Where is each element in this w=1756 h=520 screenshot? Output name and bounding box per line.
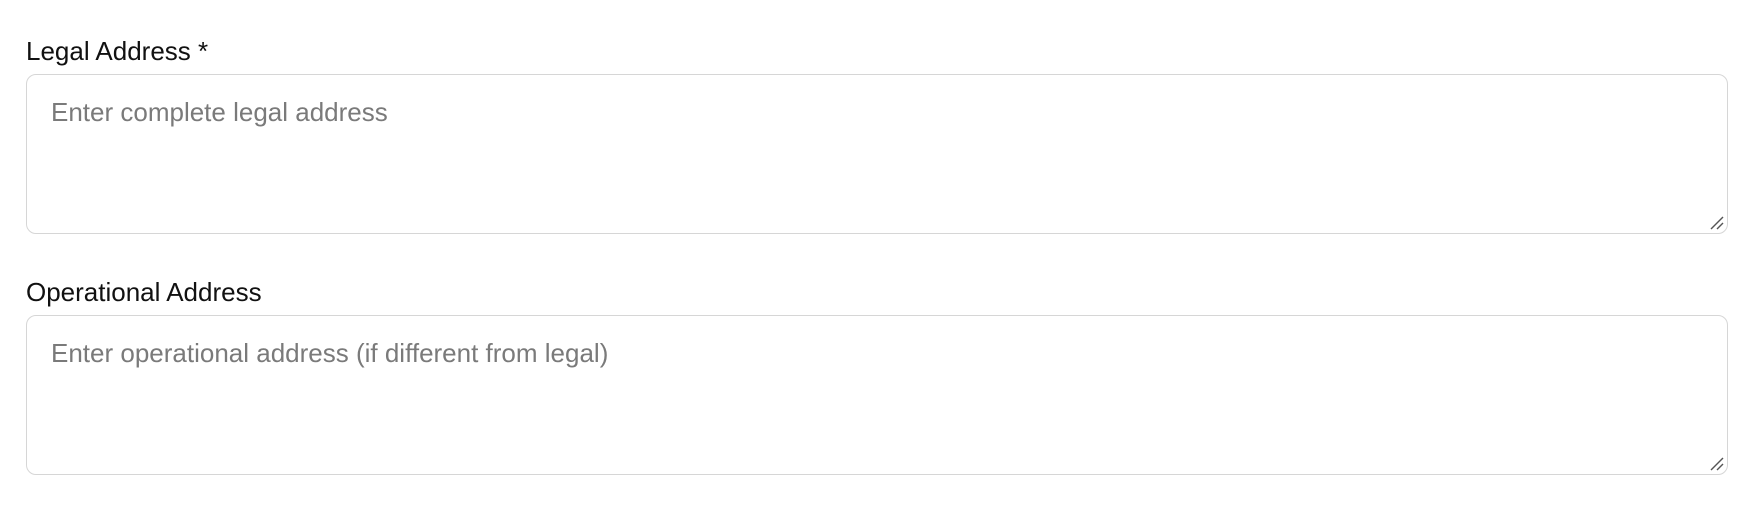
resize-grip-icon[interactable] [1708, 455, 1724, 471]
operational-address-label: Operational Address [26, 277, 262, 307]
legal-address-label: Legal Address * [26, 36, 209, 66]
operational-address-field-container [26, 315, 1728, 475]
legal-address-field-container [26, 74, 1728, 234]
address-form: Legal Address * Operational Address [0, 0, 1756, 520]
operational-address-textarea[interactable] [27, 316, 1727, 474]
legal-address-textarea[interactable] [27, 75, 1727, 233]
resize-grip-icon[interactable] [1708, 214, 1724, 230]
